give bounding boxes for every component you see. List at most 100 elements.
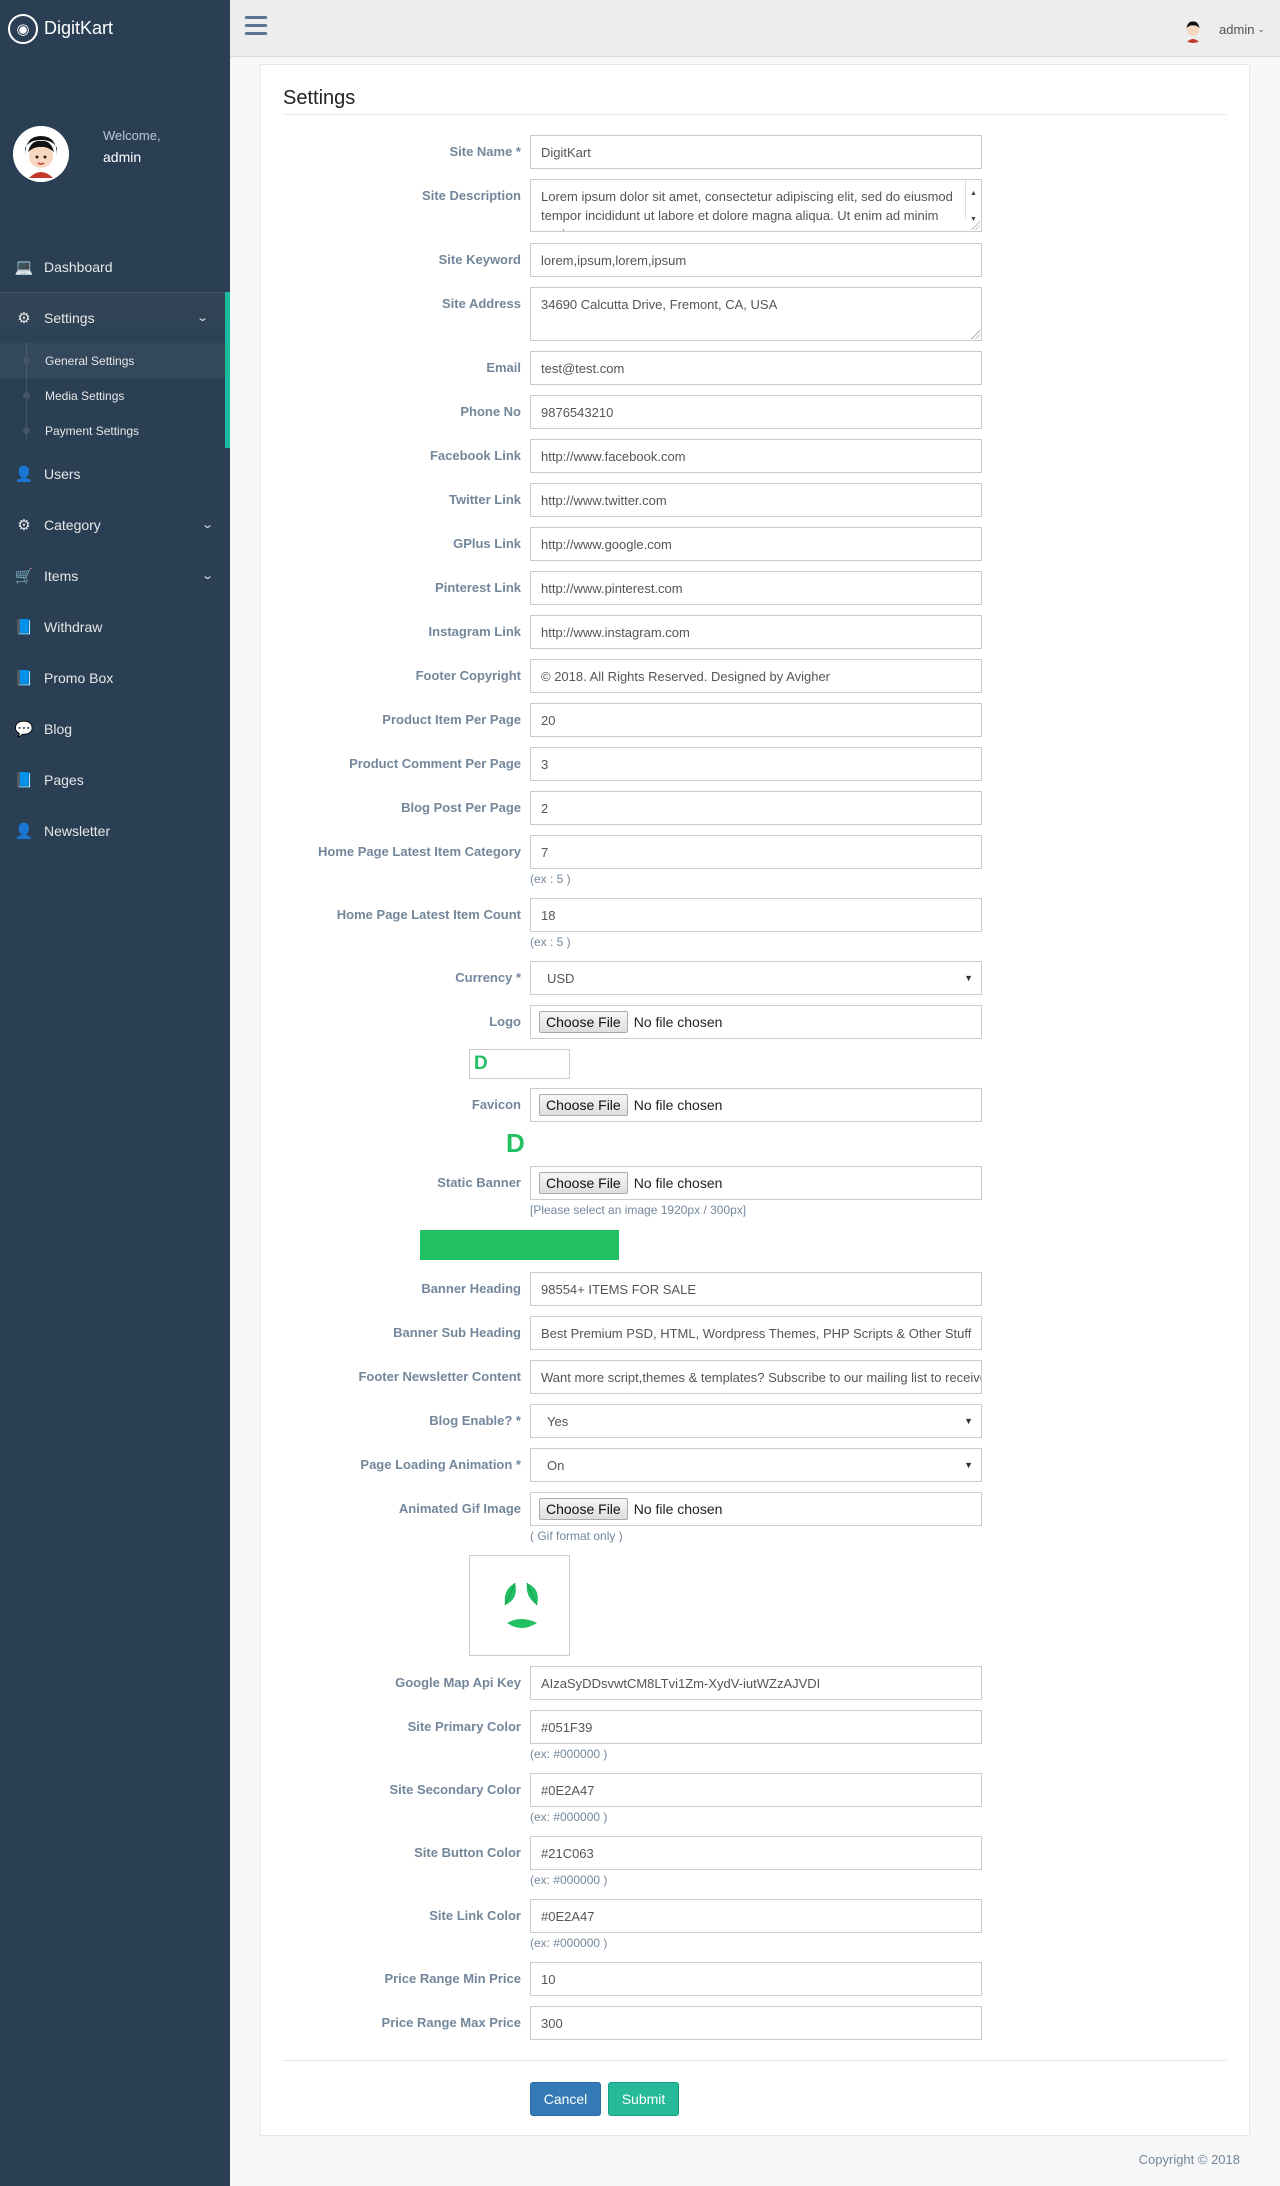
price-max-input[interactable]: 300 xyxy=(530,2006,982,2040)
banner-heading-input[interactable]: 98554+ ITEMS FOR SALE xyxy=(530,1272,982,1306)
banner-sub-heading-input[interactable]: Best Premium PSD, HTML, Wordpress Themes… xyxy=(530,1316,982,1350)
animated-gif-file-input[interactable]: Choose File No file chosen xyxy=(530,1492,982,1526)
gear-icon: ⚙ xyxy=(17,516,31,534)
sidebar-item-label: Users xyxy=(44,465,81,482)
avatar xyxy=(13,126,69,182)
logo-label: Logo xyxy=(489,1014,521,1029)
sidebar-item-dashboard[interactable]: 💻 Dashboard xyxy=(0,241,230,292)
avatar xyxy=(1179,15,1208,43)
sidebar-item-newsletter[interactable]: 👤 Newsletter xyxy=(0,805,230,856)
menu-toggle-icon[interactable] xyxy=(245,16,267,38)
site-address-textarea[interactable]: 34690 Calcutta Drive, Fremont, CA, USA xyxy=(530,287,982,341)
home-latest-count-input[interactable]: 18 xyxy=(530,898,982,932)
sidebar-item-promo-box[interactable]: 📘 Promo Box xyxy=(0,652,230,703)
home-latest-category-help: (ex : 5 ) xyxy=(530,872,571,886)
sidebar-subitem-payment-settings[interactable]: Payment Settings xyxy=(0,413,225,448)
link-color-input[interactable]: #0E2A47 xyxy=(530,1899,982,1933)
footer-copyright-input[interactable]: © 2018. All Rights Reserved. Designed by… xyxy=(530,659,982,693)
banner-sub-heading-label: Banner Sub Heading xyxy=(393,1325,521,1340)
chevron-down-icon: ⌄ xyxy=(195,312,209,324)
sidebar-item-settings[interactable]: ⚙ Settings ⌄ xyxy=(0,292,230,343)
pinterest-input[interactable]: http://www.pinterest.com xyxy=(530,571,982,605)
cancel-button[interactable]: Cancel xyxy=(530,2082,601,2116)
instagram-input[interactable]: http://www.instagram.com xyxy=(530,615,982,649)
user-menu[interactable]: admin ⌄ xyxy=(1179,15,1265,43)
animated-gif-help: ( Gif format only ) xyxy=(530,1529,623,1543)
chevron-down-icon: ⌄ xyxy=(200,570,214,582)
sidebar-subitem-general-settings[interactable]: General Settings xyxy=(0,343,225,378)
blog-per-page-input[interactable]: 2 xyxy=(530,791,982,825)
animated-gif-file-status: No file chosen xyxy=(633,1501,723,1517)
twitter-input[interactable]: http://www.twitter.com xyxy=(530,483,982,517)
divider xyxy=(283,2060,1227,2061)
facebook-input[interactable]: http://www.facebook.com xyxy=(530,439,982,473)
site-description-textarea[interactable]: Lorem ipsum dolor sit amet, consectetur … xyxy=(530,179,982,232)
banner-preview xyxy=(420,1230,619,1260)
sidebar-item-label: Pages xyxy=(44,771,84,788)
phone-input[interactable]: 9876543210 xyxy=(530,395,982,429)
logo-choose-file-button[interactable]: Choose File xyxy=(539,1011,628,1033)
animated-gif-label: Animated Gif Image xyxy=(398,1501,521,1516)
static-banner-file-status: No file chosen xyxy=(633,1175,723,1191)
instagram-label: Instagram Link xyxy=(428,624,521,639)
scrollbar[interactable]: ▲ ▼ xyxy=(965,180,981,223)
favicon-choose-file-button[interactable]: Choose File xyxy=(539,1094,628,1116)
twitter-label: Twitter Link xyxy=(449,492,521,507)
sidebar-item-label: Promo Box xyxy=(44,669,114,686)
footer-newsletter-input[interactable]: Want more script,themes & templates? Sub… xyxy=(530,1360,982,1394)
phone-label: Phone No xyxy=(460,404,521,419)
currency-select[interactable]: USD ▼ xyxy=(530,961,982,995)
currency-value: USD xyxy=(547,970,575,986)
brand[interactable]: ◉ DigitKart xyxy=(0,0,230,57)
site-name-input[interactable]: DigitKart xyxy=(530,135,982,169)
sidebar-item-withdraw[interactable]: 📘 Withdraw xyxy=(0,601,230,652)
gplus-input[interactable]: http://www.google.com xyxy=(530,527,982,561)
primary-color-input[interactable]: #051F39 xyxy=(530,1710,982,1744)
product-per-page-input[interactable]: 20 xyxy=(530,703,982,737)
secondary-color-help: (ex: #000000 ) xyxy=(530,1810,608,1824)
static-banner-label: Static Banner xyxy=(437,1175,521,1190)
home-latest-count-label: Home Page Latest Item Count xyxy=(336,907,521,922)
profile-username: admin xyxy=(103,148,142,165)
sidebar-item-users[interactable]: 👤 Users xyxy=(0,448,230,499)
google-map-key-input[interactable]: AIzaSyDDsvwtCM8LTvi1Zm-XydV-iutWZzAJVDI xyxy=(530,1666,982,1700)
secondary-color-input[interactable]: #0E2A47 xyxy=(530,1773,982,1807)
book-icon: 📘 xyxy=(14,618,34,636)
sidebar-subitem-media-settings[interactable]: Media Settings xyxy=(0,378,225,413)
brand-name: DigitKart xyxy=(44,18,114,38)
home-latest-category-input[interactable]: 7 xyxy=(530,835,982,869)
sidebar-item-category[interactable]: ⚙ Category ⌄ xyxy=(0,499,230,550)
primary-color-help: (ex: #000000 ) xyxy=(530,1747,608,1761)
link-color-help: (ex: #000000 ) xyxy=(530,1936,608,1950)
resize-handle-icon[interactable] xyxy=(971,221,980,230)
button-color-label: Site Button Color xyxy=(414,1845,521,1860)
page-title: Settings xyxy=(283,87,356,109)
product-comment-per-page-input[interactable]: 3 xyxy=(530,747,982,781)
site-keyword-input[interactable]: lorem,ipsum,lorem,ipsum xyxy=(530,243,982,277)
gear-icon: ⚙ xyxy=(17,309,31,327)
page-loading-select[interactable]: On ▼ xyxy=(530,1448,982,1482)
sidebar-item-label: Category xyxy=(44,516,101,533)
sidebar-item-label: Items xyxy=(44,567,79,584)
page-loading-value: On xyxy=(547,1457,565,1473)
button-color-input[interactable]: #21C063 xyxy=(530,1836,982,1870)
blog-enable-select[interactable]: Yes ▼ xyxy=(530,1404,982,1438)
sidebar-item-pages[interactable]: 📘 Pages xyxy=(0,754,230,805)
site-description-text: Lorem ipsum dolor sit amet, consectetur … xyxy=(541,189,953,231)
logo-file-input[interactable]: Choose File No file chosen xyxy=(530,1005,982,1039)
sidebar-item-label: Withdraw xyxy=(44,618,103,635)
submit-button[interactable]: Submit xyxy=(608,2082,679,2116)
secondary-color-label: Site Secondary Color xyxy=(389,1782,521,1797)
sidebar-item-blog[interactable]: 💬 Blog xyxy=(0,703,230,754)
animated-gif-choose-file-button[interactable]: Choose File xyxy=(539,1498,628,1520)
resize-handle-icon[interactable] xyxy=(971,330,980,339)
banner-heading-label: Banner Heading xyxy=(421,1281,521,1296)
static-banner-choose-file-button[interactable]: Choose File xyxy=(539,1172,628,1194)
sidebar-item-items[interactable]: 🛒 Items ⌄ xyxy=(0,550,230,601)
link-color-label: Site Link Color xyxy=(429,1908,521,1923)
price-min-label: Price Range Min Price xyxy=(384,1971,521,1986)
static-banner-file-input[interactable]: Choose File No file chosen xyxy=(530,1166,982,1200)
favicon-file-input[interactable]: Choose File No file chosen xyxy=(530,1088,982,1122)
email-field[interactable]: test@test.com xyxy=(530,351,982,385)
price-min-input[interactable]: 10 xyxy=(530,1962,982,1996)
